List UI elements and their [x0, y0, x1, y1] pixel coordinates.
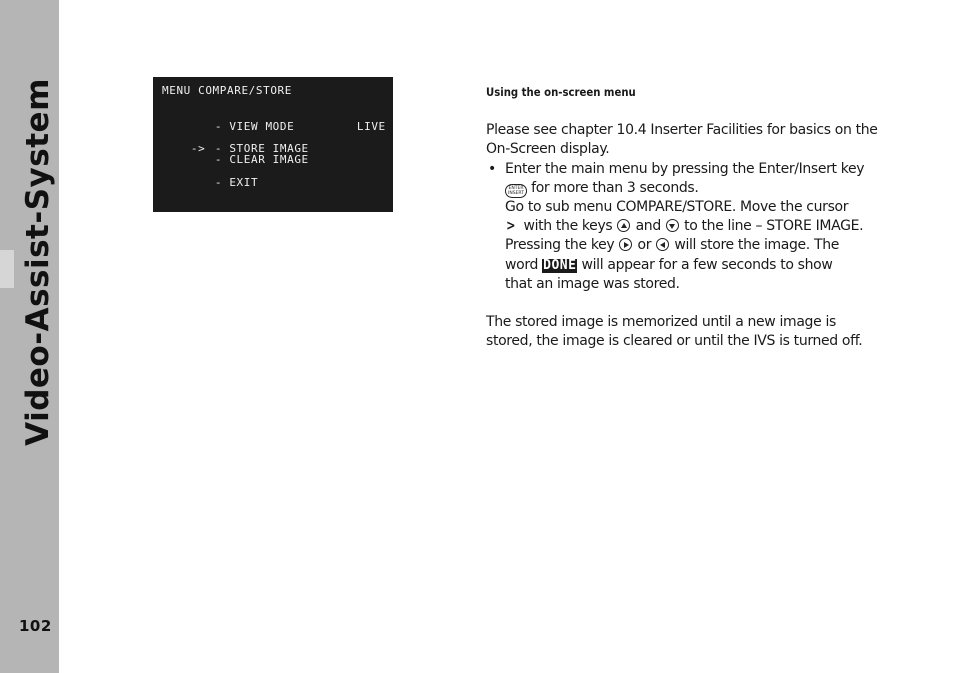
bullet-text: to the line – STORE IMAGE.	[684, 218, 864, 235]
right-key-icon	[619, 238, 633, 252]
bullet-line: Go to sub menu COMPARE/STORE. Move the c…	[505, 199, 849, 216]
bullet-line: word DONE will appear for a few seconds …	[505, 256, 886, 275]
osd-menu-item: - EXIT	[162, 163, 258, 202]
bullet-text: Pressing the key	[505, 237, 615, 254]
osd-menu-title: MENU COMPARE/STORE	[162, 84, 293, 97]
instruction-bullet: • Enter the main menu by pressing the En…	[486, 160, 886, 294]
enter-insert-key-icon: ENTER INSERT	[505, 183, 527, 198]
section-heading: Using the on-screen menu	[486, 85, 636, 99]
osd-item-label: - EXIT	[214, 176, 259, 189]
bullet-line: ENTER INSERT for more than 3 seconds.	[505, 179, 886, 198]
bullet-text: and	[635, 218, 662, 235]
page-number: 102	[19, 617, 52, 635]
chapter-tab-marker	[0, 250, 14, 288]
up-key-icon	[617, 219, 631, 233]
bullet-line: that an image was stored.	[505, 275, 680, 292]
bullet-text: with the keys	[523, 218, 613, 235]
done-indicator: DONE	[542, 257, 578, 273]
down-key-icon	[665, 219, 679, 233]
bullet-line: Pressing the key or will store the image…	[505, 236, 886, 255]
bullet-line: > with the keys and to the line – STORE …	[505, 217, 886, 236]
sidebar-title: Video-Assist-System	[20, 78, 56, 446]
content-column: Using the on-screen menu Please see chap…	[486, 82, 886, 351]
osd-item-value: LIVE	[356, 120, 386, 133]
osd-menu-screen: MENU COMPARE/STORE - VIEW MODE LIVE -> - S…	[153, 77, 393, 212]
bullet-text: will appear for a few seconds to show	[581, 256, 833, 273]
sidebar: Video-Assist-System 102	[0, 0, 59, 673]
closing-paragraph: The stored image is memorized until a ne…	[486, 314, 863, 350]
cursor-chevron-icon: >	[506, 218, 516, 235]
intro-paragraph: Please see chapter 10.4 Inserter Facilit…	[486, 122, 878, 158]
bullet-text: for more than 3 seconds.	[531, 179, 699, 196]
bullet-line: Enter the main menu by pressing the Ente…	[505, 160, 865, 177]
bullet-text: or	[637, 237, 652, 254]
bullet-text: word	[505, 256, 539, 273]
bullet-dot: •	[488, 160, 496, 177]
left-key-icon	[656, 238, 670, 252]
bullet-text: will store the image. The	[674, 237, 839, 254]
